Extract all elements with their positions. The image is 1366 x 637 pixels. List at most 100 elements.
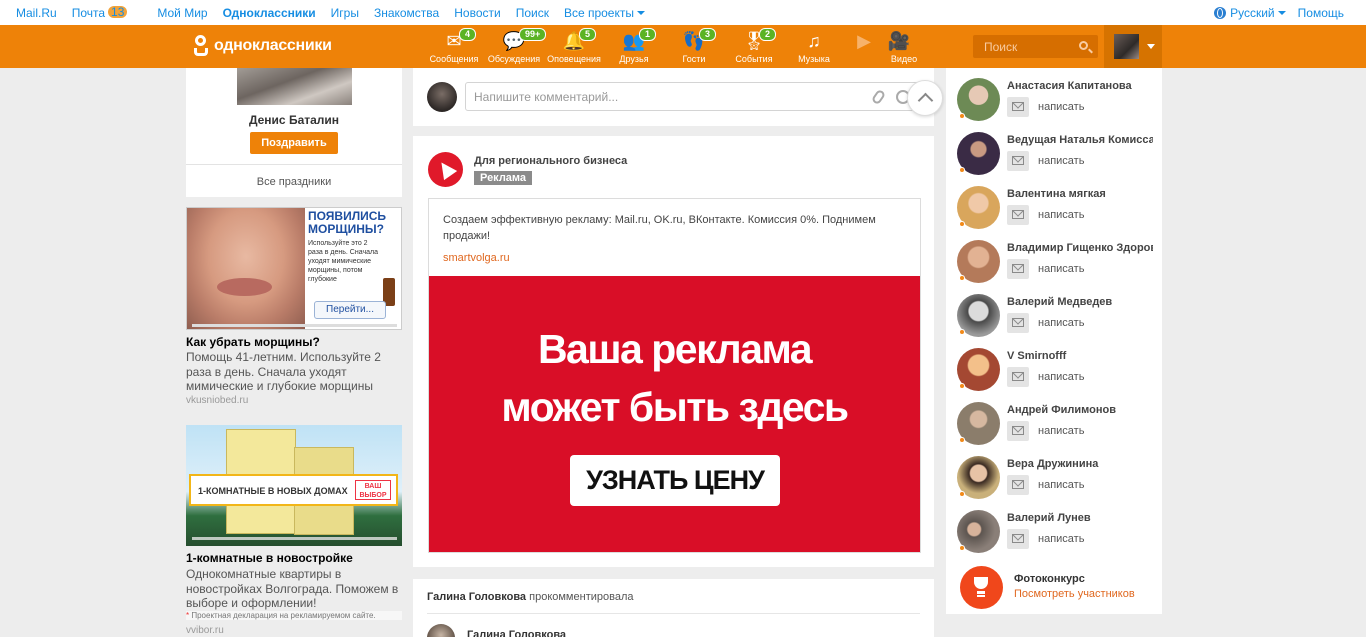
- envelope-icon[interactable]: [1007, 529, 1029, 549]
- friend-item: Анастасия Капитанова написать: [946, 68, 1162, 122]
- friend-name[interactable]: Вера Дружинина: [1007, 458, 1153, 470]
- write-message-link[interactable]: написать: [1038, 371, 1084, 383]
- envelope-icon[interactable]: [1007, 259, 1029, 279]
- ad-wrinkles-title[interactable]: Как убрать морщины?: [186, 335, 320, 349]
- ad-content-box[interactable]: Создаем эффективную рекламу: Mail.ru, OK…: [428, 198, 921, 553]
- ad-wrinkles-image[interactable]: ПОЯВИЛИСЬ МОРЩИНЫ? Используйте это 2 раз…: [186, 207, 402, 330]
- link-mail[interactable]: Почта 13: [72, 6, 143, 20]
- main-nav: ✉ 4 Сообщения 💬 99+ Обсуждения 🔔 5 Опове…: [424, 25, 924, 68]
- link-moimir[interactable]: Мой Мир: [157, 6, 207, 20]
- nav-label: Оповещения: [547, 54, 601, 64]
- envelope-icon[interactable]: [1007, 421, 1029, 441]
- ad-apartments-banner: 1-КОМНАТНЫЕ В НОВЫХ ДОМАХ ВАШ ВЫБОР: [189, 474, 398, 506]
- friend-item: Владимир Гищенко Здоровье написать: [946, 230, 1162, 284]
- write-message-link[interactable]: написать: [1038, 533, 1084, 545]
- ad-wrinkles-desc[interactable]: Помощь 41-летним. Используйте 2 раза в д…: [186, 350, 400, 394]
- user-menu[interactable]: [1104, 25, 1162, 68]
- feed-actor[interactable]: Галина Головкова: [427, 591, 526, 603]
- write-message-link[interactable]: написать: [1038, 317, 1084, 329]
- all-holidays-link[interactable]: Все праздники: [186, 176, 402, 188]
- ad-url-link[interactable]: smartvolga.ru: [443, 252, 510, 264]
- birthday-person-name[interactable]: Денис Баталин: [186, 113, 402, 127]
- events-count: 2: [759, 28, 777, 41]
- write-message-link[interactable]: написать: [1038, 263, 1084, 275]
- ad-apartments-desc[interactable]: Однокомнатные квартиры в новостройках Во…: [186, 567, 400, 611]
- banner-cta-button[interactable]: УЗНАТЬ ЦЕНУ: [570, 455, 780, 506]
- photo-contest[interactable]: Фотоконкурс Посмотреть участников: [946, 560, 1162, 614]
- friend-name[interactable]: Владимир Гищенко Здоровье: [1007, 242, 1153, 254]
- comment-input[interactable]: [466, 83, 866, 110]
- nav-discussions[interactable]: 💬 99+ Обсуждения: [484, 25, 547, 68]
- envelope-icon[interactable]: [1007, 313, 1029, 333]
- write-message-link[interactable]: написать: [1038, 209, 1084, 221]
- nav-friends[interactable]: 👥 1 Друзья: [604, 25, 664, 68]
- view-participants-link[interactable]: Посмотреть участников: [1014, 588, 1135, 600]
- help-link[interactable]: Помощь: [1298, 6, 1344, 20]
- link-dating[interactable]: Знакомства: [374, 6, 439, 20]
- nav-label: Гости: [682, 54, 706, 64]
- envelope-icon[interactable]: [1007, 97, 1029, 117]
- online-indicator: [959, 167, 965, 173]
- envelope-icon[interactable]: [1007, 151, 1029, 171]
- feed-action: прокомментировала: [529, 591, 634, 603]
- friend-name[interactable]: Андрей Филимонов: [1007, 404, 1153, 416]
- ad-face-photo: [187, 208, 305, 329]
- comment-composer: [413, 68, 934, 126]
- nav-messages[interactable]: ✉ 4 Сообщения: [424, 25, 484, 68]
- congratulate-button[interactable]: Поздравить: [250, 132, 338, 154]
- friend-name[interactable]: Анастасия Капитанова: [1007, 80, 1153, 92]
- paperclip-icon[interactable]: [870, 88, 887, 106]
- ad-apartments-banner-text: 1-КОМНАТНЫЕ В НОВЫХ ДОМАХ: [198, 486, 348, 496]
- search-icon[interactable]: [1079, 41, 1088, 50]
- ad-apartments-source[interactable]: vvibor.ru: [186, 625, 224, 636]
- language-label: Русский: [1230, 6, 1275, 20]
- write-message-link[interactable]: написать: [1038, 101, 1084, 113]
- avatar[interactable]: [427, 624, 455, 637]
- link-search[interactable]: Поиск: [516, 6, 549, 20]
- envelope-icon[interactable]: [1007, 475, 1029, 495]
- write-message-link[interactable]: написать: [1038, 425, 1084, 437]
- online-indicator: [959, 275, 965, 281]
- friend-name[interactable]: Валерий Лунев: [1007, 512, 1153, 524]
- link-all-projects[interactable]: Все проекты: [564, 6, 645, 20]
- ad-banner[interactable]: Ваша реклама может быть здесь УЗНАТЬ ЦЕН…: [429, 276, 920, 552]
- write-message-link[interactable]: написать: [1038, 155, 1084, 167]
- friend-item: V Smirnofff написать: [946, 338, 1162, 392]
- friend-name[interactable]: Валерий Медведев: [1007, 296, 1153, 308]
- nav-guests[interactable]: 👣 3 Гости: [664, 25, 724, 68]
- page-scrollbar[interactable]: [1354, 68, 1366, 637]
- link-games[interactable]: Игры: [331, 6, 359, 20]
- link-news[interactable]: Новости: [454, 6, 500, 20]
- birthday-photo[interactable]: [237, 68, 352, 105]
- ad-wrinkles-source[interactable]: vkusniobed.ru: [186, 395, 248, 406]
- trophy-icon: [960, 566, 1003, 609]
- link-odnoklassniki[interactable]: Одноклассники: [223, 6, 316, 20]
- ad-go-button[interactable]: Перейти...: [314, 301, 386, 319]
- ok-logo-icon: [193, 35, 209, 57]
- feed-author-name[interactable]: Галина Головкова: [467, 629, 566, 637]
- link-mailru[interactable]: Mail.Ru: [16, 6, 57, 20]
- nav-events[interactable]: 🎖 2 События: [724, 25, 784, 68]
- friends-count: 1: [639, 28, 657, 41]
- friend-name[interactable]: V Smirnofff: [1007, 350, 1153, 362]
- ad-apartments-title[interactable]: 1-комнатные в новостройке: [186, 551, 353, 565]
- online-indicator: [959, 545, 965, 551]
- nav-music[interactable]: ♫ Музыка: [784, 25, 844, 68]
- ok-logo[interactable]: одноклассники: [193, 35, 332, 57]
- envelope-icon[interactable]: [1007, 367, 1029, 387]
- post-author[interactable]: Для регионального бизнеса: [474, 155, 627, 167]
- nav-notifications[interactable]: 🔔 5 Оповещения: [544, 25, 604, 68]
- scroll-to-top-button[interactable]: [907, 80, 943, 116]
- nav-video[interactable]: ▶ 🎥 Видео: [844, 25, 924, 68]
- chevron-down-icon: [1277, 11, 1286, 15]
- write-message-link[interactable]: написать: [1038, 479, 1084, 491]
- banner-line-2: может быть здесь: [501, 384, 849, 430]
- advertiser-logo-icon[interactable]: [428, 152, 463, 187]
- search-input[interactable]: [973, 35, 1073, 58]
- friend-name[interactable]: Ведущая Наталья Комиссарова: [1007, 134, 1153, 146]
- language-select[interactable]: Русский: [1214, 6, 1286, 20]
- friend-name[interactable]: Валентина мягкая: [1007, 188, 1153, 200]
- guests-count: 3: [699, 28, 717, 41]
- ad-apartments-image[interactable]: 1-КОМНАТНЫЕ В НОВЫХ ДОМАХ ВАШ ВЫБОР: [186, 425, 402, 546]
- envelope-icon[interactable]: [1007, 205, 1029, 225]
